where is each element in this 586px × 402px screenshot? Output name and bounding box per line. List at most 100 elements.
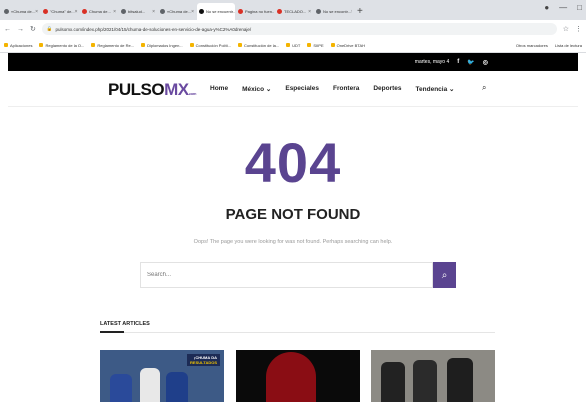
minimize-button[interactable]: —	[559, 3, 567, 12]
bookmark-label: Constitución Políti...	[195, 42, 232, 48]
tab-label: Chuma de...	[89, 9, 111, 14]
bookmark-label: Reglamento de Re...	[97, 42, 135, 48]
article-thumbnail-3[interactable]	[371, 350, 495, 402]
bookmark-icon	[141, 43, 146, 47]
menu-item[interactable]: Deportes	[373, 85, 401, 93]
logo-suffix: .com	[188, 91, 197, 96]
tab-label: Pagina no fuen...	[245, 9, 274, 14]
reload-icon[interactable]: ↻	[30, 25, 36, 33]
forward-icon[interactable]: →	[17, 26, 24, 33]
back-icon[interactable]: ←	[4, 26, 11, 33]
bookmark-label: OneDrive BTAH	[336, 42, 366, 48]
extension-icon[interactable]: ⋮	[575, 25, 582, 33]
bookmark-item[interactable]: Reglamento de Re...	[91, 43, 134, 48]
browser-tab[interactable]: "Chuma" de... ×	[41, 3, 79, 20]
tab-label: No se encuentr...	[206, 9, 235, 14]
error-message: Oops! The page you were looking for was …	[193, 239, 393, 245]
bookmark-icon	[307, 43, 312, 47]
bookmark-label: Reglamento de la O...	[45, 42, 85, 48]
browser-tab[interactable]: TECLADO... ×	[275, 3, 313, 20]
browser-tab-bar: «Chuma de... × "Chuma" de... × Chuma de... × b…	[0, 0, 586, 20]
photo-figure	[413, 360, 437, 402]
bookmark-item[interactable]: UDT	[286, 43, 300, 48]
section-divider	[100, 332, 495, 333]
account-icon[interactable]: ●	[544, 3, 549, 12]
browser-tab[interactable]: No se encuentr...×	[197, 3, 235, 20]
site-logo[interactable]: PULSOMX.com	[108, 80, 196, 100]
menu-item[interactable]: México ⌄	[242, 85, 271, 93]
maximize-button[interactable]: □	[577, 3, 582, 12]
close-tab-icon[interactable]: ×	[75, 9, 78, 15]
favicon-icon	[277, 9, 282, 14]
url-field[interactable]: 🔒 pulsomx.com/index.php/2021/04/15/chuma…	[41, 23, 557, 35]
site-nav: PULSOMX.com Home México ⌄ Especiales Fronte…	[8, 71, 578, 107]
search-icon[interactable]: ⌕	[482, 83, 486, 93]
favicon-icon	[316, 9, 321, 14]
bookmark-folder[interactable]: Lista de lectura	[555, 43, 582, 48]
bookmark-item[interactable]: SIIPE	[307, 43, 324, 48]
close-tab-icon[interactable]: ×	[351, 9, 352, 15]
bookmarks-bar: Aplicaciones Reglamento de la O... Reglame…	[0, 38, 586, 53]
article-thumbnail-1[interactable]: ¡CHUMA DA RESULTADOS	[100, 350, 224, 402]
browser-tab[interactable]: bitsalud... ×	[119, 3, 157, 20]
bookmark-icon	[286, 43, 291, 47]
favicon-icon	[238, 9, 243, 14]
browser-tab[interactable]: Chuma de... ×	[80, 3, 118, 20]
logo-main: PULSO	[108, 80, 165, 99]
twitter-icon[interactable]: 🐦	[467, 59, 474, 66]
search-input[interactable]	[140, 262, 433, 288]
tab-label: «Chuma de...	[11, 9, 36, 14]
tab-label: «Chuma de...	[167, 9, 192, 14]
bookmark-icon	[189, 43, 194, 47]
new-tab-button[interactable]: +	[357, 3, 363, 20]
bookmark-item[interactable]: OneDrive BTAH	[330, 42, 366, 48]
bookmark-item[interactable]: Constitución de la...	[238, 43, 279, 48]
tab-label: No se encontr...	[323, 9, 352, 14]
bookmark-item[interactable]: Diplomados Ingen...	[141, 43, 183, 48]
bookmark-icon	[330, 43, 335, 47]
bookmark-icon	[238, 43, 243, 47]
star-icon[interactable]: ☆	[563, 25, 569, 33]
menu-item[interactable]: Frontera	[333, 85, 359, 93]
favicon-icon	[4, 9, 9, 14]
search-button[interactable]: ⌕	[433, 262, 456, 288]
badge-line-2: RESULTADOS	[190, 360, 217, 365]
close-tab-icon[interactable]: ×	[35, 9, 38, 15]
bookmark-item[interactable]: Aplicaciones	[4, 43, 32, 48]
favicon-icon	[82, 9, 87, 14]
bookmark-item[interactable]: Reglamento de la O...	[39, 43, 84, 48]
section-underline	[100, 331, 124, 333]
bookmark-label: UDT	[292, 42, 301, 48]
close-tab-icon[interactable]: ×	[191, 9, 194, 15]
tab-label: TECLADO...	[284, 9, 307, 14]
search-form: ⌕	[140, 262, 456, 288]
browser-tab[interactable]: Pagina no fuen...×	[236, 3, 274, 20]
menu-item[interactable]: Especiales	[285, 85, 319, 93]
bookmark-label: Diplomados Ingen...	[147, 42, 183, 48]
main-menu: Home México ⌄ Especiales Frontera Deportes Te…	[210, 85, 454, 93]
photo-figure	[140, 368, 160, 402]
favicon-icon	[160, 9, 165, 14]
browser-tab[interactable]: No se encontr...×	[314, 3, 352, 20]
site-top-bar: martes, mayo 4 f 🐦 ◎	[8, 53, 578, 71]
browser-tab[interactable]: «Chuma de... ×	[158, 3, 196, 20]
close-tab-icon[interactable]: ×	[113, 9, 116, 15]
facebook-icon[interactable]: f	[457, 59, 459, 65]
close-tab-icon[interactable]: ×	[308, 9, 311, 15]
instagram-icon[interactable]: ◎	[483, 59, 488, 66]
article-badge: ¡CHUMA DA RESULTADOS	[187, 354, 220, 366]
favicon-icon	[199, 9, 204, 14]
search-icon: ⌕	[441, 269, 448, 281]
menu-item[interactable]: Tendencia ⌄	[416, 85, 455, 93]
browser-tab[interactable]: «Chuma de... ×	[2, 3, 40, 20]
bookmark-folder[interactable]: Otros marcadores	[516, 43, 548, 48]
address-bar-row: ← → ↻ 🔒 pulsomx.com/index.php/2021/04/15…	[0, 20, 586, 38]
photo-figure	[447, 358, 473, 402]
menu-item[interactable]: Home	[210, 85, 228, 93]
article-thumbnail-2[interactable]	[236, 350, 360, 402]
close-tab-icon[interactable]: ×	[152, 9, 155, 15]
tab-label: "Chuma" de...	[50, 9, 75, 14]
window-controls: ● — □	[544, 3, 582, 12]
error-code: 404	[244, 131, 342, 194]
bookmark-item[interactable]: Constitución Políti...	[189, 42, 232, 48]
